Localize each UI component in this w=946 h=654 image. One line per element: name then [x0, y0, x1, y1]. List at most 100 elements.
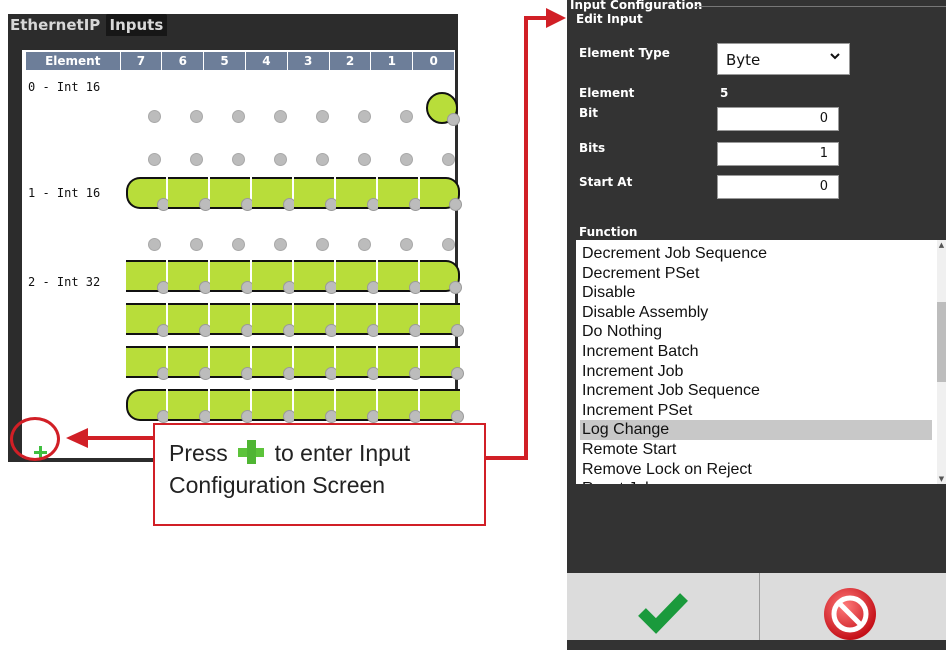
bit-cell[interactable]	[420, 346, 464, 380]
bit-indicator	[358, 153, 371, 166]
bit-cell[interactable]	[168, 260, 212, 294]
bit-cell[interactable]	[252, 346, 296, 380]
bit-indicator	[232, 153, 245, 166]
bit-cell[interactable]	[210, 177, 254, 211]
element-type-select[interactable]: Byte	[717, 43, 850, 75]
start-at-input[interactable]: 0	[717, 175, 839, 199]
column-header-bit: 6	[161, 52, 203, 70]
callout-line1-start: Press	[169, 440, 228, 466]
bit-cell[interactable]	[252, 177, 296, 211]
listbox-scrollbar[interactable]: ▲ ▼	[937, 240, 946, 484]
function-option[interactable]: Log Change	[580, 420, 932, 440]
bit-cell[interactable]	[210, 303, 254, 337]
function-option[interactable]: Increment PSet	[580, 401, 932, 421]
bit-cell[interactable]	[126, 303, 170, 337]
function-option[interactable]: Increment Batch	[580, 342, 932, 362]
bit-cell[interactable]	[378, 346, 422, 380]
bit-indicator	[449, 198, 462, 211]
bit-cell[interactable]	[420, 177, 462, 211]
bits-label: Bits	[579, 141, 606, 155]
bit-cell[interactable]	[294, 303, 338, 337]
bit-cell[interactable]	[210, 389, 254, 423]
callout-line2: Configuration Screen	[169, 472, 386, 498]
bit-cell[interactable]	[126, 260, 170, 294]
function-option[interactable]: Disable Assembly	[580, 303, 932, 323]
element-label: Element	[579, 86, 635, 100]
confirm-button[interactable]	[567, 573, 759, 650]
bit-indicator	[449, 281, 462, 294]
panel-title: EthernetIP Inputs	[10, 14, 168, 36]
callout-text: Press to enter Input Configuration Scree…	[169, 437, 410, 501]
scroll-up-arrow-icon[interactable]: ▲	[937, 240, 946, 250]
bit-cell[interactable]	[336, 389, 380, 423]
scroll-down-arrow-icon[interactable]: ▼	[937, 474, 946, 484]
cancel-button[interactable]	[760, 573, 946, 650]
bit-cell[interactable]	[252, 260, 296, 294]
function-option[interactable]: Increment Job Sequence	[580, 381, 932, 401]
bit-cell[interactable]	[252, 389, 296, 423]
bit-cell[interactable]	[126, 346, 170, 380]
function-option[interactable]: Increment Job	[580, 362, 932, 382]
highlight-circle	[10, 417, 60, 461]
bits-input[interactable]: 1	[717, 142, 839, 166]
bit-indicator	[316, 238, 329, 251]
bit-cell[interactable]	[126, 389, 170, 423]
bit-cell[interactable]	[294, 177, 338, 211]
bit-indicator	[442, 153, 455, 166]
tab-inputs[interactable]: Inputs	[105, 14, 168, 36]
bit-cell[interactable]	[420, 260, 462, 294]
function-option[interactable]: Disable	[580, 283, 932, 303]
bit-indicator	[451, 367, 464, 380]
bit-cell[interactable]	[168, 177, 212, 211]
function-listbox[interactable]: Decrement Job Sequence Decrement PSet Disa…	[576, 240, 946, 484]
arrow-to-config-screen	[486, 16, 552, 460]
bit-indicator	[274, 238, 287, 251]
bit-cell[interactable]	[126, 177, 170, 211]
bit-cell[interactable]	[336, 177, 380, 211]
checkmark-icon	[638, 593, 688, 634]
bit-cell[interactable]	[336, 346, 380, 380]
bit-indicator	[451, 324, 464, 337]
bit-cell[interactable]	[378, 177, 422, 211]
bit-cell[interactable]	[336, 260, 380, 294]
bit-indicator	[232, 110, 245, 123]
input-bit-grid: Element 7 6 5 4 3 2 1 0 0 - Int 16 1 - I…	[22, 50, 464, 458]
chevron-down-icon	[829, 50, 841, 66]
bit-cell[interactable]	[426, 92, 460, 126]
function-option[interactable]: Decrement Job Sequence	[580, 244, 932, 264]
bit-cell[interactable]	[378, 303, 422, 337]
bit-indicator	[316, 110, 329, 123]
function-option[interactable]: Do Nothing	[580, 322, 932, 342]
bit-cell[interactable]	[294, 389, 338, 423]
bit-cell[interactable]	[210, 260, 254, 294]
bit-indicator	[442, 238, 455, 251]
bit-indicator	[274, 110, 287, 123]
bit-cell[interactable]	[420, 303, 464, 337]
start-at-label: Start At	[579, 175, 633, 189]
bit-cell[interactable]	[252, 303, 296, 337]
bit-cell[interactable]	[168, 303, 212, 337]
function-option[interactable]: Remove Lock on Reject	[580, 460, 932, 480]
function-option[interactable]: Remote Start	[580, 440, 932, 460]
bit-cell[interactable]	[210, 346, 254, 380]
bit-cell[interactable]	[294, 346, 338, 380]
bit-cell[interactable]	[378, 389, 422, 423]
bit-indicator	[400, 153, 413, 166]
bit-indicator	[400, 110, 413, 123]
bit-cell[interactable]	[378, 260, 422, 294]
bit-cell[interactable]	[420, 389, 464, 423]
function-option[interactable]: Reset Job	[580, 479, 932, 484]
bit-cell[interactable]	[294, 260, 338, 294]
bit-cell[interactable]	[168, 346, 212, 380]
function-option[interactable]: Decrement PSet	[580, 264, 932, 284]
grid-header: Element 7 6 5 4 3 2 1 0	[26, 52, 454, 70]
callout-line1-end: to enter Input	[274, 440, 411, 466]
bit-cell[interactable]	[336, 303, 380, 337]
title-divider	[695, 6, 946, 7]
scrollbar-thumb[interactable]	[937, 302, 946, 382]
column-header-bit: 2	[328, 52, 371, 70]
bit-input[interactable]: 0	[717, 107, 839, 131]
bit-indicator	[148, 110, 161, 123]
bit-cell[interactable]	[168, 389, 212, 423]
element-value: 5	[720, 86, 729, 100]
